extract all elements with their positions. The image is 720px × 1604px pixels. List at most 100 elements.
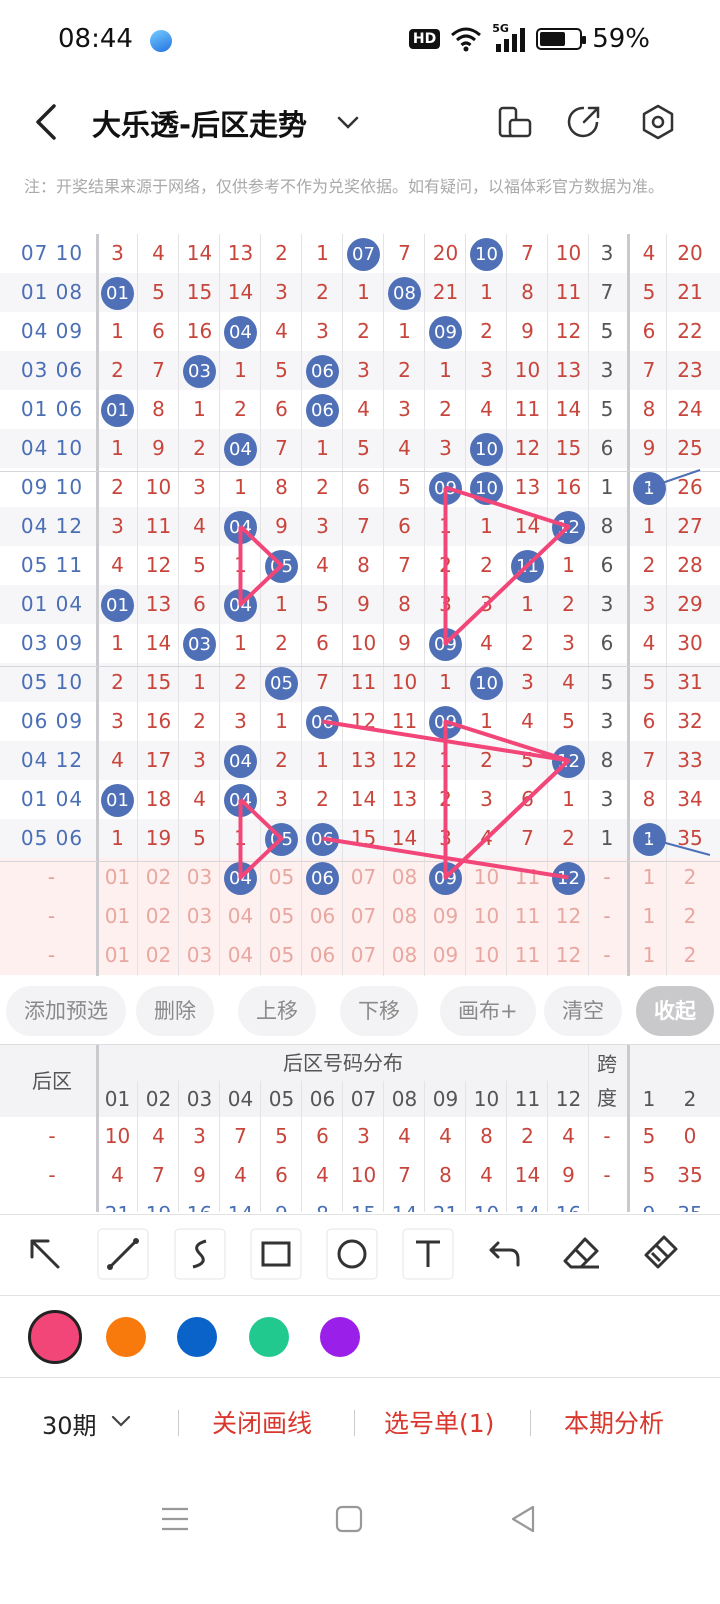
stat-cell: 9 bbox=[631, 1195, 667, 1212]
move-up-button[interactable]: 上移 bbox=[238, 986, 316, 1036]
color-purple-swatch[interactable] bbox=[320, 1317, 360, 1357]
clear-button[interactable]: 清空 bbox=[544, 986, 622, 1036]
color-palette bbox=[0, 1298, 720, 1378]
stat-cell: 9 bbox=[193, 1163, 206, 1187]
drawn-line[interactable] bbox=[322, 719, 571, 880]
period-selector[interactable]: 30期 bbox=[42, 1406, 97, 1441]
period-analysis-button[interactable]: 本期分析 bbox=[564, 1404, 664, 1440]
stat-cell: 4 bbox=[234, 1163, 247, 1187]
curve-icon[interactable] bbox=[173, 1227, 227, 1281]
line-icon[interactable] bbox=[96, 1227, 150, 1281]
stat-cell: 8 bbox=[480, 1124, 493, 1148]
stat-cell: 14 bbox=[507, 1195, 548, 1212]
undo-icon[interactable] bbox=[478, 1227, 532, 1281]
col-header-number: 05 bbox=[268, 1087, 295, 1111]
col-header-number: 04 bbox=[227, 1087, 254, 1111]
stat-cell: 2 bbox=[521, 1124, 534, 1148]
stat-cell: 8 bbox=[302, 1195, 343, 1212]
drawing-tools bbox=[0, 1214, 720, 1296]
chevron-down-icon[interactable] bbox=[334, 108, 362, 136]
trend-grid[interactable]: 07 10 3 4 14 13 2 1 07 7 20 10 7 10 3 4 20 01 08 01 5 15 14 3… bbox=[0, 234, 720, 976]
col-header-number: 01 bbox=[104, 1087, 131, 1111]
stat-cell: 3 bbox=[193, 1124, 206, 1148]
stat-cell: 4 bbox=[111, 1163, 124, 1187]
pointer-arrow-icon[interactable] bbox=[18, 1227, 72, 1281]
col-header-distribution: 后区号码分布 bbox=[283, 1051, 403, 1075]
pick-list-button[interactable]: 选号单(1) bbox=[384, 1404, 494, 1440]
stat-cell: 4 bbox=[480, 1163, 493, 1187]
grid-line bbox=[627, 1045, 630, 1212]
stat-cell: 0 bbox=[683, 1124, 697, 1148]
stat-cell: 4 bbox=[398, 1124, 411, 1148]
color-blue-swatch[interactable] bbox=[177, 1317, 217, 1357]
grid-line bbox=[342, 1081, 343, 1212]
back-nav-icon[interactable] bbox=[506, 1502, 540, 1536]
status-time: 08:44 bbox=[58, 24, 133, 54]
stat-cell: 4 bbox=[316, 1163, 329, 1187]
hd-badge: HD bbox=[408, 29, 441, 49]
grid-line bbox=[588, 1045, 589, 1212]
rectangle-icon[interactable] bbox=[249, 1227, 303, 1281]
home-icon[interactable] bbox=[332, 1502, 366, 1536]
stat-cell: 21 bbox=[425, 1195, 466, 1212]
stat-cell: 7 bbox=[234, 1124, 247, 1148]
wifi-icon bbox=[451, 27, 482, 52]
user-drawing-overlay[interactable] bbox=[0, 234, 720, 976]
menu-icon[interactable] bbox=[158, 1502, 192, 1536]
color-pink-swatch[interactable] bbox=[28, 1310, 82, 1364]
text-icon[interactable] bbox=[401, 1227, 455, 1281]
add-preselect-button[interactable]: 添加预选 bbox=[6, 986, 126, 1036]
span-trend-line bbox=[648, 837, 711, 856]
chevron-down-icon[interactable] bbox=[108, 1408, 134, 1434]
page-title[interactable]: 大乐透-后区走势 bbox=[92, 102, 307, 144]
circle-icon[interactable] bbox=[325, 1227, 379, 1281]
eraser-icon[interactable] bbox=[555, 1227, 609, 1281]
stat-cell: 14 bbox=[384, 1195, 425, 1212]
stat-cell: 14 bbox=[514, 1163, 541, 1187]
edit-toolbar: 添加预选 删除 上移 下移 画布+ 清空 收起 bbox=[0, 984, 720, 1040]
collapse-button[interactable]: 收起 bbox=[636, 986, 714, 1036]
stat-cell: 4 bbox=[562, 1124, 575, 1148]
clear-brush-icon[interactable] bbox=[632, 1227, 686, 1281]
stat-cell: 9 bbox=[261, 1195, 302, 1212]
drawn-line[interactable] bbox=[238, 525, 284, 607]
delete-button[interactable]: 删除 bbox=[136, 986, 214, 1036]
drawn-line[interactable] bbox=[444, 759, 570, 879]
battery-percent: 59% bbox=[592, 24, 650, 54]
stat-cell: 16 bbox=[548, 1195, 589, 1212]
stat-cell: 19 bbox=[138, 1195, 179, 1212]
drawn-line[interactable] bbox=[443, 485, 571, 646]
stat-cell: 5 bbox=[642, 1124, 656, 1148]
settings-icon[interactable] bbox=[638, 102, 678, 142]
stat-cell: 10 bbox=[466, 1195, 507, 1212]
grid-line bbox=[424, 1081, 425, 1212]
cellular-signal-icon: 5G bbox=[492, 22, 526, 52]
stat-cell: 15 bbox=[343, 1195, 384, 1212]
stat-cell: 7 bbox=[398, 1163, 411, 1187]
color-green-swatch[interactable] bbox=[249, 1317, 289, 1357]
close-drawing-button[interactable]: 关闭画线 bbox=[212, 1404, 312, 1440]
span-trend-line bbox=[648, 469, 701, 489]
back-zone-distribution-table: 后区 后区号码分布 跨度 01 02 03 04 05 06 07 08 09 10 11 12 1 2-10 4… bbox=[0, 1044, 720, 1212]
stat-cell: 5 bbox=[642, 1163, 656, 1187]
battery-icon bbox=[536, 28, 587, 50]
col-header-number: 08 bbox=[391, 1087, 418, 1111]
col-header-number: 10 bbox=[473, 1087, 500, 1111]
canvas-plus-button[interactable]: 画布+ bbox=[440, 986, 536, 1036]
screen-rotate-icon[interactable] bbox=[494, 102, 534, 142]
stat-span: - bbox=[603, 1163, 611, 1187]
move-down-button[interactable]: 下移 bbox=[340, 986, 418, 1036]
divider bbox=[354, 1410, 355, 1436]
disclaimer-note: 注：开奖结果来源于网络，仅供参考不作为兑奖依据。如有疑问，以福体彩官方数据为准。 bbox=[24, 177, 665, 196]
color-orange-swatch[interactable] bbox=[106, 1317, 146, 1357]
col-header-number: 09 bbox=[432, 1087, 459, 1111]
stat-cell: 35 bbox=[670, 1195, 710, 1212]
share-icon[interactable] bbox=[564, 102, 604, 142]
col-header-number: 11 bbox=[514, 1087, 541, 1111]
drawn-line[interactable] bbox=[238, 798, 284, 880]
back-button[interactable] bbox=[28, 100, 68, 144]
grid-line bbox=[260, 1081, 261, 1212]
grid-line bbox=[465, 1081, 466, 1212]
divider bbox=[178, 1410, 179, 1436]
grid-line bbox=[178, 1081, 179, 1212]
